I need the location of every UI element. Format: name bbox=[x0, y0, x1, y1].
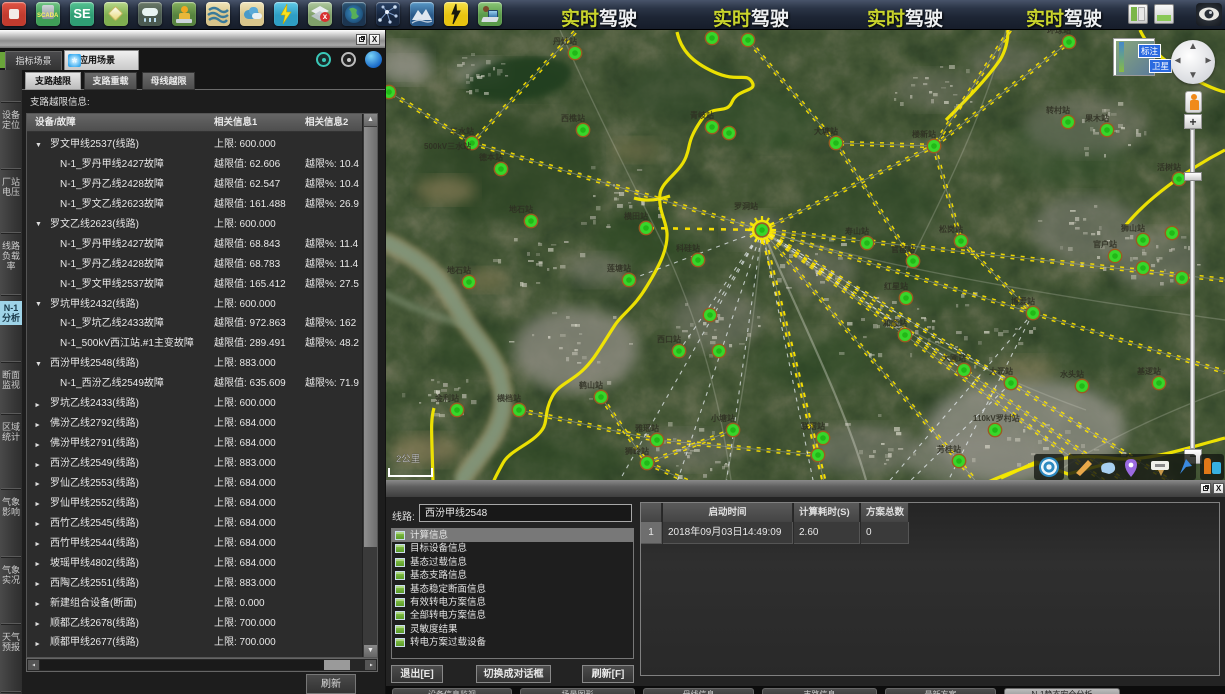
svg-text:狮山站: 狮山站 bbox=[1120, 223, 1145, 233]
svg-text:芳桂站: 芳桂站 bbox=[937, 444, 961, 454]
svg-text:三水站: 三水站 bbox=[450, 126, 474, 136]
svg-text:丹灶站: 丹灶站 bbox=[552, 36, 577, 46]
svg-text:环球站: 环球站 bbox=[1047, 30, 1071, 35]
svg-text:官户站: 官户站 bbox=[1093, 239, 1117, 249]
svg-text:鹤山站: 鹤山站 bbox=[579, 380, 603, 390]
svg-text:楼新站: 楼新站 bbox=[912, 129, 936, 139]
svg-text:寿山站: 寿山站 bbox=[845, 226, 869, 236]
svg-text:2公里: 2公里 bbox=[396, 454, 420, 465]
svg-text:官窑站: 官窑站 bbox=[891, 244, 915, 254]
svg-text:罗洞站: 罗洞站 bbox=[734, 201, 758, 211]
svg-text:狮岭站: 狮岭站 bbox=[624, 446, 649, 456]
svg-text:横田站: 横田站 bbox=[624, 211, 648, 221]
svg-text:基逻站: 基逻站 bbox=[1136, 366, 1161, 376]
svg-text:小塘站: 小塘站 bbox=[710, 413, 735, 423]
svg-text:博爱站: 博爱站 bbox=[1011, 296, 1035, 306]
svg-text:金利站: 金利站 bbox=[434, 393, 459, 403]
svg-text:青岐站: 青岐站 bbox=[690, 110, 714, 120]
svg-text:110kV罗村站: 110kV罗村站 bbox=[973, 413, 1020, 423]
svg-text:松岗站: 松岗站 bbox=[939, 224, 963, 234]
svg-text:西口站: 西口站 bbox=[657, 334, 681, 344]
svg-text:活树站: 活树站 bbox=[1157, 162, 1181, 172]
svg-text:大沥站: 大沥站 bbox=[989, 366, 1013, 376]
svg-text:横档站: 横档站 bbox=[497, 393, 521, 403]
svg-text:大圃站: 大圃站 bbox=[942, 353, 966, 363]
svg-text:果木站: 果木站 bbox=[1084, 113, 1109, 123]
svg-text:莲塘站: 莲塘站 bbox=[607, 263, 631, 273]
svg-text:西樵站: 西樵站 bbox=[561, 113, 585, 123]
svg-text:水头站: 水头站 bbox=[1059, 369, 1084, 379]
svg-text:地石站: 地石站 bbox=[509, 204, 533, 214]
svg-text:联滘站: 联滘站 bbox=[801, 421, 825, 431]
svg-text:地石站: 地石站 bbox=[447, 265, 471, 275]
svg-text:德本站: 德本站 bbox=[479, 152, 503, 162]
svg-text:500kV三水站: 500kV三水站 bbox=[424, 141, 471, 151]
svg-text:雅瑶站: 雅瑶站 bbox=[635, 423, 659, 433]
svg-text:科硅站: 科硅站 bbox=[676, 243, 700, 253]
svg-text:红星站: 红星站 bbox=[884, 281, 908, 291]
svg-text:转村站: 转村站 bbox=[1046, 105, 1070, 115]
svg-text:和顺站: 和顺站 bbox=[883, 318, 907, 328]
svg-text:大塘站: 大塘站 bbox=[814, 126, 838, 136]
